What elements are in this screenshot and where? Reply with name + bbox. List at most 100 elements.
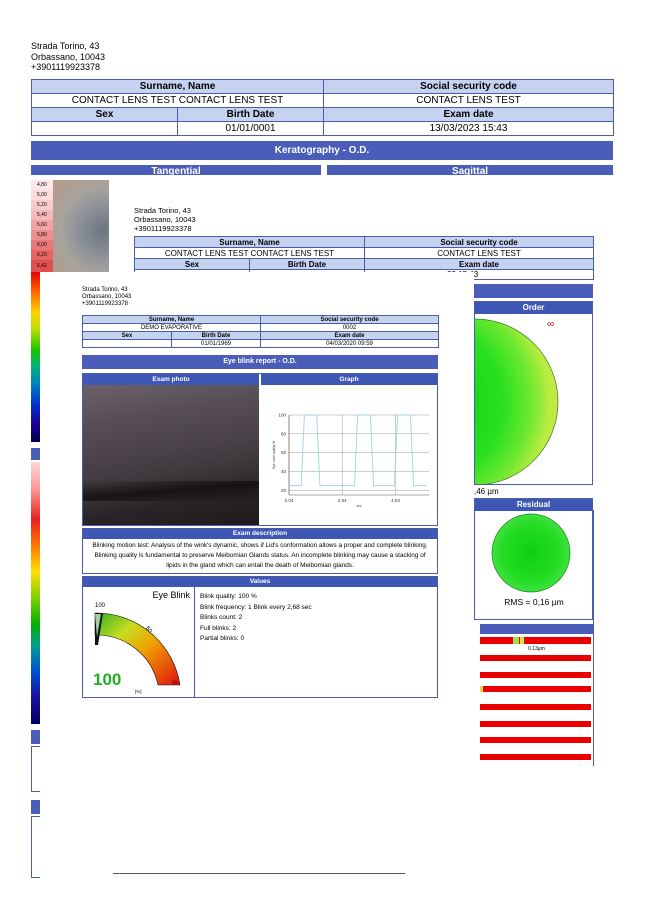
scale-label: 5,40: [31, 210, 53, 220]
scale-label: 5,60: [31, 220, 53, 230]
mid-name-value: CONTACT LENS TEST CONTACT LENS TEST: [134, 247, 365, 259]
mid-exam-header: Exam date: [364, 258, 594, 270]
scale-label: 5,00: [31, 190, 53, 200]
scale-label: 5,20: [31, 200, 53, 210]
bg-birth-value: 01/01/0001: [177, 121, 324, 136]
mid-birth-header: Birth Date: [249, 258, 365, 270]
front-exam-header: Exam date: [260, 331, 440, 340]
graph-xlabel: sec: [357, 504, 362, 508]
bg-address: Strada Torino, 43 Orbassano, 10043 +3901…: [31, 41, 105, 73]
front-blink-graph: 100 80 60 40 20 0.04 2.04 4.04 Eye cover quality…: [272, 413, 429, 508]
bg-color-scale-2: [31, 462, 40, 724]
front-name-header: Surname, Name: [81, 315, 262, 324]
front-gauge: Eye Blink 100 50 0 100 [%]: [83, 587, 194, 697]
bg-address-city: Orbassano, 10043: [31, 51, 106, 62]
mid-bars: 0.13µm: [480, 637, 591, 767]
front-address-phone: +3901119923378: [82, 301, 128, 307]
bg-band-left-3: [31, 800, 40, 814]
bg-sex-header: Sex: [31, 107, 178, 122]
bg-address-phone: +3901119923378: [31, 62, 100, 72]
graph-ytick-label: 60: [281, 450, 287, 455]
graph-xtick-label: 2.04: [338, 498, 347, 503]
bg-scale-top: 4,80 5,00 5,20 5,40 5,60 5,80 6,00 6,20 …: [31, 180, 53, 272]
front-ssc-value: 0002: [260, 323, 440, 332]
front-values-list: Blink quality: 100 % Blink frequency: 1 …: [200, 592, 312, 645]
mid-bar: [480, 721, 591, 727]
bg-tangential-header: Tangential: [31, 165, 321, 175]
mid-residual-map: [491, 513, 571, 593]
mid-bar-mark: [480, 686, 483, 692]
mid-bars-band: [480, 624, 593, 634]
mid-bar: [480, 754, 591, 760]
front-name-value: DEMO EVAPORATIVE: [81, 323, 262, 332]
graph-xtick-label: 4.04: [391, 498, 400, 503]
bg-eye-photo: [53, 180, 109, 272]
front-values-panel: Values Eye Blink 100 50 0 100 [%] Blink …: [82, 576, 438, 698]
front-exam-photo-header: Exam photo: [83, 374, 259, 385]
full-blinks: Full blinks: 2: [200, 624, 237, 632]
graph-ytick-label: 20: [281, 488, 287, 493]
bg-sex-value: [31, 121, 178, 136]
mid-bar-mark: [520, 637, 524, 644]
bg-name-value: CONTACT LENS TEST CONTACT LENS TEST: [31, 93, 324, 108]
graph-ytick-label: 80: [281, 431, 287, 436]
mid-order-map: [475, 318, 559, 484]
bg-section-title: Keratography - O.D.: [31, 141, 613, 160]
front-description-panel: Exam description Blinking motion test: A…: [82, 528, 438, 574]
mid-rms-2: RMS = 0,16 µm: [504, 597, 564, 607]
mid-bar: [480, 637, 591, 644]
bg-band-left: [31, 448, 40, 460]
bg-exam-header: Exam date: [323, 107, 614, 122]
mid-order-disc: [475, 319, 558, 484]
mid-ssc-header: Social security code: [364, 236, 594, 248]
front-birth-value: 01/01/1969: [170, 339, 262, 348]
mid-address-phone: +3901119923378: [134, 224, 192, 233]
mid-residual-panel: Residual RMS = 0,16 µm: [474, 498, 593, 620]
scale-label: 6,42: [31, 260, 53, 272]
blink-frequency: Blink frequency: 1 Blink every 2,68 sec: [200, 603, 312, 611]
graph-xtick-label: 0.04: [285, 498, 294, 503]
mid-name-header: Surname, Name: [134, 236, 365, 248]
mid-bar: [480, 655, 591, 661]
bg-exam-value: 13/03/2023 15:43: [323, 121, 614, 136]
front-description-text: Blinking motion test: Analysis of the wi…: [92, 542, 428, 569]
front-sex-header: Sex: [82, 331, 172, 340]
mid-right-border: [593, 510, 594, 766]
front-gauge-zero-label: 0: [170, 680, 177, 684]
front-sex-value: [82, 339, 172, 348]
front-gauge-unit: [%]: [135, 689, 142, 694]
mid-bar-label: 0.13µm: [528, 646, 545, 652]
mid-residual-header: Residual: [475, 499, 592, 511]
front-address-city: Orbassano, 10043: [82, 294, 132, 300]
blinks-count: Blinks count: 2: [200, 614, 243, 621]
bg-patient-table: Surname, Name Social security code CONTA…: [31, 79, 614, 136]
mid-order-header: Order: [475, 302, 592, 314]
mid-address: Strada Torino, 43 Orbassano, 10043 +3901…: [134, 206, 196, 233]
scale-label: 6,00: [31, 240, 53, 250]
front-address: Strada Torino, 43 Orbassano, 10043 +3901…: [82, 287, 131, 308]
bg-box-left-2: [31, 816, 40, 878]
mid-bar: [480, 737, 591, 743]
graph-ytick-label: 100: [278, 413, 286, 418]
blink-quality: Blink quality: 100 %: [200, 593, 257, 600]
front-description-header: Exam description: [83, 529, 437, 539]
scale-label: 6,20: [31, 250, 53, 260]
front-birth-header: Birth Date: [170, 331, 262, 340]
front-graph-header: Graph: [261, 374, 437, 385]
mid-bar: [480, 704, 591, 710]
mid-section-band: [474, 284, 593, 298]
bg-birth-header: Birth Date: [177, 107, 324, 122]
mid-bar: [480, 672, 591, 678]
bg-name-header: Surname, Name: [31, 79, 324, 94]
scale-label: 4,80: [31, 180, 53, 190]
mid-address-city: Orbassano, 10043: [134, 215, 196, 224]
bg-ssc-header: Social security code: [323, 79, 614, 94]
mid-sex-header: Sex: [134, 258, 250, 270]
mid-bar: [480, 686, 591, 692]
mid-address-street: Strada Torino, 43: [134, 206, 191, 215]
mid-bar-mark: [513, 637, 519, 644]
front-patient-table: Surname, Name Social security code DEMO …: [81, 315, 440, 348]
bg-signature-line: [113, 873, 405, 874]
bg-box-left: [31, 746, 40, 792]
front-eyelid-shadow: [83, 481, 259, 501]
